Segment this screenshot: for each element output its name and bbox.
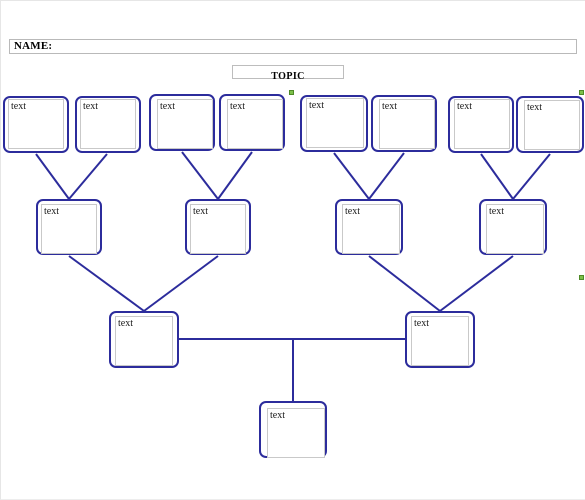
selection-handle-top[interactable] [289,90,294,95]
connector-line [35,153,70,200]
connector-line [68,153,108,200]
node-label: text [527,102,542,113]
tree-node-g1-3[interactable]: text [149,94,215,151]
node-label: text [382,101,397,112]
connector-line [68,255,145,312]
connector-line [439,255,514,312]
tree-node-g1-4[interactable]: text [219,94,285,151]
family-tree-diagram: text text text text text text text text text text… [1,1,585,499]
tree-node-g4-1[interactable]: text [259,401,327,458]
node-label: text [230,101,245,112]
connector-line [480,153,514,200]
selection-handle-right-middle[interactable] [579,275,584,280]
node-label: text [118,318,133,329]
node-label: text [193,206,208,217]
tree-node-g3-1[interactable]: text [109,311,179,368]
tree-node-g1-1[interactable]: text [3,96,69,153]
tree-node-g3-2[interactable]: text [405,311,475,368]
node-label: text [11,101,26,112]
node-label: text [457,101,472,112]
node-label: text [83,101,98,112]
tree-node-g1-2[interactable]: text [75,96,141,153]
connector-line [368,255,441,312]
connector-line [368,152,405,200]
connector-line [181,151,219,200]
tree-node-g2-1[interactable]: text [36,199,102,255]
tree-node-g1-7[interactable]: text [448,96,514,153]
node-label: text [414,318,429,329]
node-label: text [489,206,504,217]
connector-line [512,153,551,200]
connector-line [217,151,253,200]
node-label: text [345,206,360,217]
connector-line [143,255,219,312]
node-label: text [309,100,324,111]
tree-node-g1-6[interactable]: text [371,95,437,152]
connector-line [333,152,370,200]
node-label: text [160,101,175,112]
selection-handle-top-right[interactable] [579,90,584,95]
tree-node-g2-2[interactable]: text [185,199,251,255]
node-label: text [44,206,59,217]
node-label: text [270,410,285,421]
tree-node-g1-8[interactable]: text [516,96,584,153]
tree-node-g2-3[interactable]: text [335,199,403,255]
tree-node-g1-5[interactable]: text [300,95,368,152]
tree-node-g2-4[interactable]: text [479,199,547,255]
worksheet-page: NAME: TOPIC text text text text text text text… [0,0,585,500]
